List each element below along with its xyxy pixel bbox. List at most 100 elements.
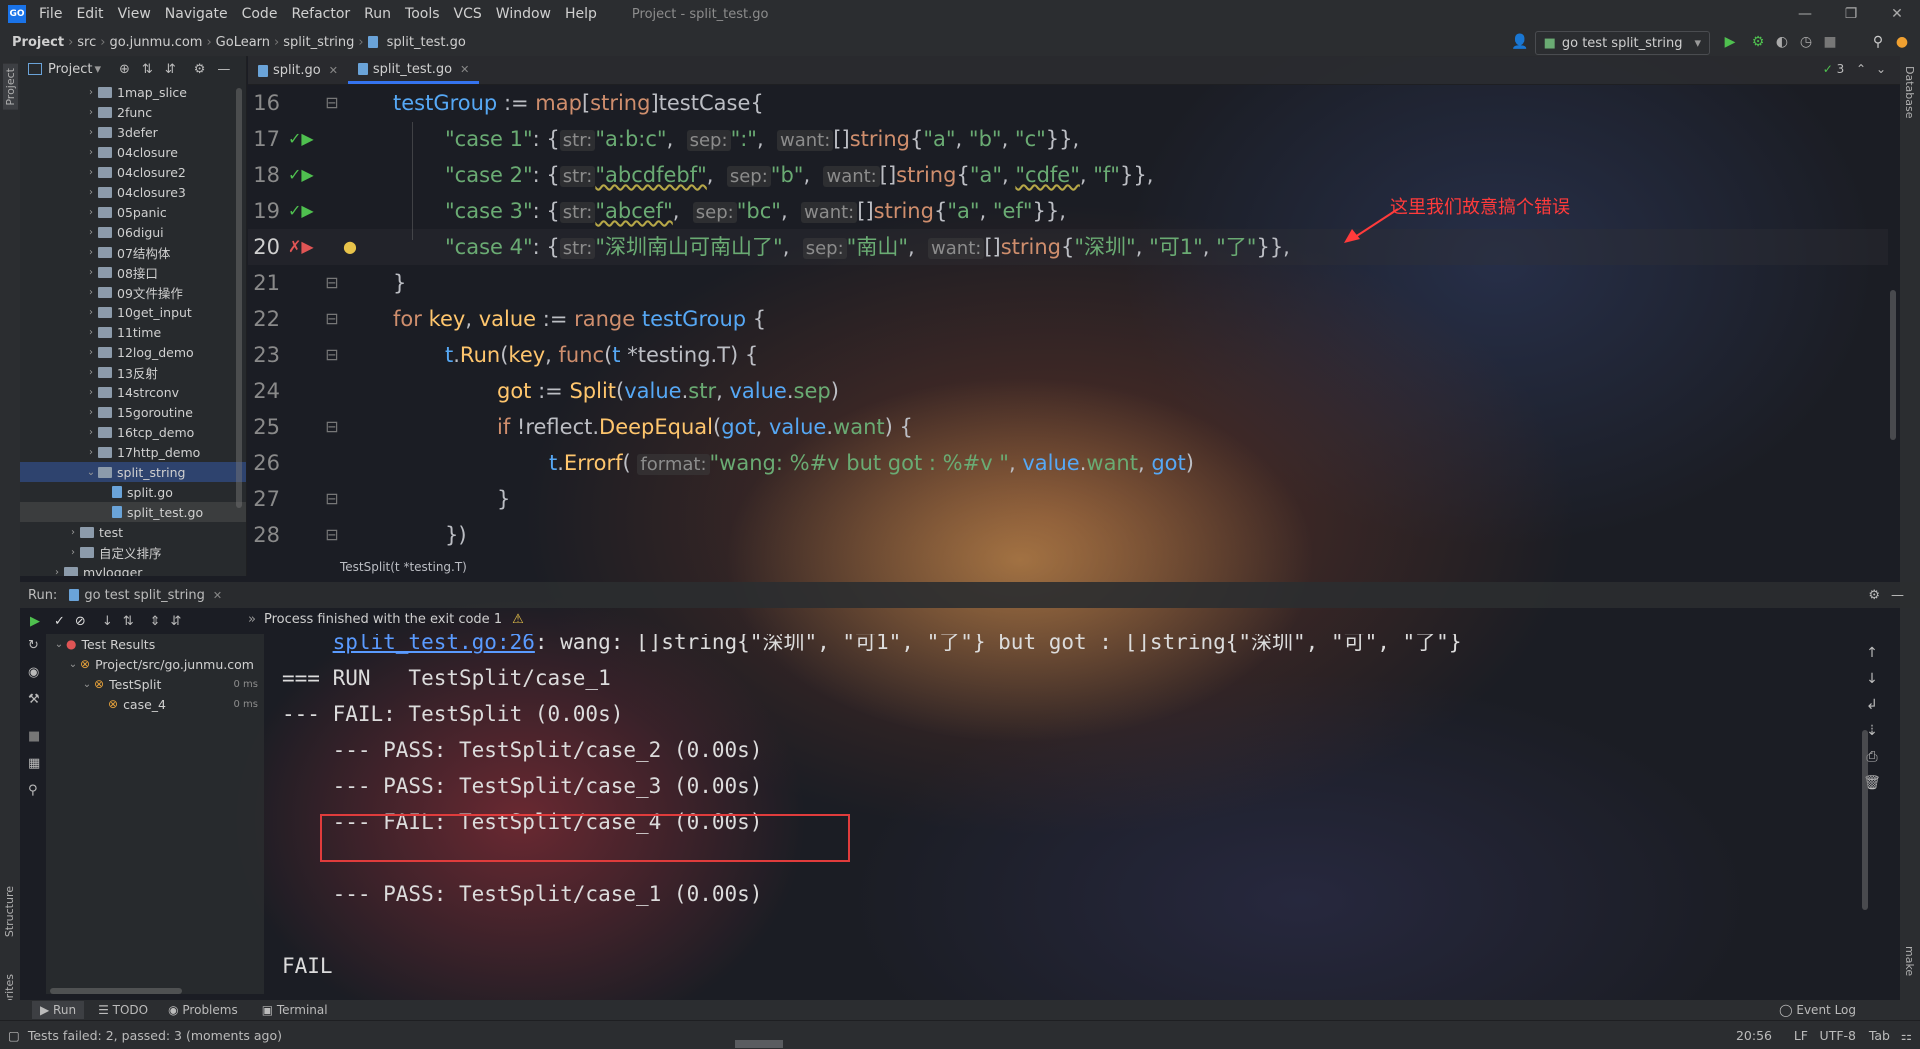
chevron-right-icon[interactable]: › [84,87,98,98]
hide-panel-icon[interactable]: — [217,62,230,77]
layout-icon[interactable]: ▦ [28,756,46,771]
bottom-tab-problems[interactable]: ◉ Problems [168,1003,238,1017]
expand-all-icon[interactable]: ⇕ [150,614,161,629]
chevron-up-icon[interactable]: ⌃ [1856,62,1866,76]
project-scrollbar[interactable] [236,82,242,572]
test-result-item[interactable]: ⌄ ⊗ Project/src/go.junmu.com [46,654,264,674]
search-icon[interactable]: ⚲ [1868,32,1888,52]
breadcrumb-split-string[interactable]: split_string [279,35,358,50]
breadcrumb-src[interactable]: src [73,35,100,50]
chevron-right-icon[interactable]: › [84,247,98,258]
chevron-right-icon[interactable]: › [66,547,80,558]
code-editor[interactable]: 16 ⊟ testGroup := map[string]testCase{ 1… [248,85,1888,565]
chevron-right-icon[interactable]: › [84,367,98,378]
bottom-tab-todo[interactable]: ☰ TODO [98,1003,148,1017]
menu-view[interactable]: View [111,6,158,22]
chevron-right-icon[interactable]: › [84,187,98,198]
stop-icon[interactable]: ■ [1820,32,1840,52]
camera-icon[interactable]: ◉ [28,665,46,680]
rerun-failed-icon[interactable]: ↻ [28,638,46,653]
collapse-all-icon[interactable]: ⇵ [165,62,176,77]
chevron-down-icon[interactable]: ⌄ [52,639,66,650]
project-tree-item[interactable]: ⌄ split_string [20,462,246,482]
rerun-icon[interactable]: ▶ [30,614,40,629]
caret-position[interactable]: 20:56 [1736,1028,1772,1043]
menu-tools[interactable]: Tools [398,6,447,22]
project-tree-item[interactable]: › 05panic [20,202,246,222]
restore-button[interactable]: ❐ [1828,0,1874,28]
project-tree-item[interactable]: › 08接口 [20,262,246,282]
tab-split-test-go[interactable]: split_test.go ✕ [347,57,480,84]
breadcrumb-domain[interactable]: go.junmu.com [105,35,206,50]
project-tree-item[interactable]: › 16tcp_demo [20,422,246,442]
chevron-right-icon[interactable]: › [84,227,98,238]
soft-wrap-icon[interactable]: ↲ [1862,692,1882,718]
status-message[interactable]: Tests failed: 2, passed: 3 (moments ago) [28,1028,282,1043]
close-icon[interactable]: ✕ [329,64,338,77]
project-tree-item[interactable]: › 12log_demo [20,342,246,362]
chevron-right-icon[interactable]: › [84,307,98,318]
editor-footer-breadcrumb[interactable]: TestSplit(t *testing.T) [340,560,467,574]
close-icon[interactable]: ✕ [213,589,222,602]
project-tree-item[interactable]: › 17http_demo [20,442,246,462]
breadcrumb-golearn[interactable]: GoLearn [212,35,274,50]
project-tree-item[interactable]: › 09文件操作 [20,282,246,302]
project-tree-item[interactable]: split_test.go [20,502,246,522]
console-scrollbar[interactable] [1862,730,1868,910]
test-result-item[interactable]: ⌄ ● Test Results [46,634,264,654]
project-tree-item[interactable]: › 11time [20,322,246,342]
project-tree-item[interactable]: › 04closure2 [20,162,246,182]
collapse-all-icon[interactable]: ⇵ [171,614,182,629]
file-encoding[interactable]: UTF-8 [1820,1028,1856,1043]
chevron-right-icon[interactable]: › [84,287,98,298]
event-log-button[interactable]: ◯ Event Log [1779,1003,1856,1017]
editor-scrollbar[interactable] [1890,290,1896,440]
structure-tool-tab[interactable]: Structure [3,886,16,937]
project-tool-tab[interactable]: Project [3,64,18,110]
chevron-down-icon[interactable]: ⌄ [1876,62,1886,76]
inspection-widget[interactable]: ✓ 3 ⌃ ⌄ [1823,62,1886,76]
project-tree-item[interactable]: › 2func [20,102,246,122]
chevron-down-icon[interactable]: ⌄ [80,679,94,690]
status-toggle-icon[interactable]: ▢ [8,1028,20,1043]
project-tree-item[interactable]: › mylogger [20,562,246,576]
chevron-right-icon[interactable]: › [84,167,98,178]
menu-navigate[interactable]: Navigate [158,6,235,22]
line-separator[interactable]: LF [1794,1028,1808,1043]
chevron-right-icon[interactable]: › [84,447,98,458]
chevron-right-icon[interactable]: › [84,387,98,398]
chevron-right-icon[interactable]: › [84,107,98,118]
minimize-button[interactable]: — [1782,0,1828,28]
chevron-right-icon[interactable]: › [84,347,98,358]
chevron-down-icon[interactable]: ⌄ [84,467,98,478]
chevron-right-icon[interactable]: › [84,327,98,338]
menu-window[interactable]: Window [489,6,558,22]
menu-help[interactable]: Help [558,6,604,22]
project-tree-item[interactable]: › test [20,522,246,542]
test-passed-run-icon[interactable]: ✓▶ [288,165,314,185]
close-window-button[interactable]: ✕ [1874,0,1920,28]
menu-code[interactable]: Code [235,6,285,22]
pin-icon[interactable]: ⚲ [28,783,46,798]
menu-edit[interactable]: Edit [69,6,110,22]
run-tree-hscrollbar[interactable] [50,988,182,994]
project-tree-item[interactable]: › 15goroutine [20,402,246,422]
stop-icon[interactable]: ■ [28,729,46,744]
chevron-right-icon[interactable]: › [84,407,98,418]
test-passed-run-icon[interactable]: ✓▶ [288,129,314,149]
fold-icon[interactable]: ⊟ [322,345,342,365]
resize-handle[interactable] [735,1040,783,1048]
breadcrumb-project[interactable]: Project [0,35,68,50]
chevron-right-icon[interactable]: › [84,427,98,438]
sort-alpha-icon[interactable]: ↓ [102,614,113,629]
test-passed-run-icon[interactable]: ✓▶ [288,201,314,221]
bottom-tab-run[interactable]: ▶ Run [32,1001,85,1019]
gear-icon[interactable]: ⚙ [1868,588,1880,603]
menu-file[interactable]: File [32,6,69,22]
project-tree-item[interactable]: › 3defer [20,122,246,142]
test-result-item[interactable]: ⌄ ⊗ TestSplit 0 ms [46,674,264,694]
expand-all-icon[interactable]: ⇅ [142,62,153,77]
user-icon[interactable]: 👤 [1510,32,1530,52]
lightbulb-icon[interactable]: ● [340,237,360,257]
test-result-item[interactable]: ⊗ case_4 0 ms [46,694,264,714]
